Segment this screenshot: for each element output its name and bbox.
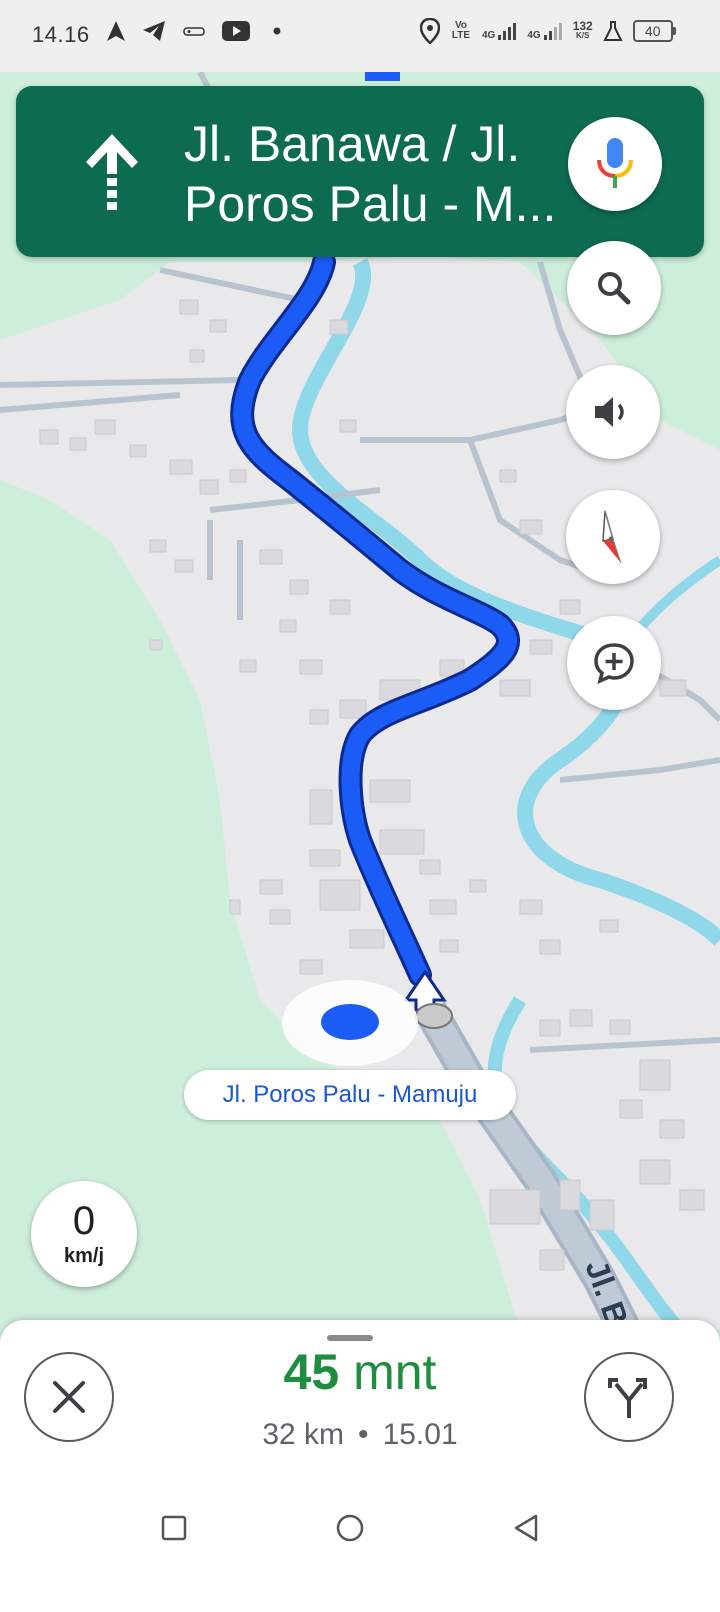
sound-button[interactable] [566, 365, 660, 459]
back-triangle-icon [514, 1514, 538, 1542]
search-button[interactable] [567, 241, 661, 335]
trip-separator: • [358, 1418, 369, 1451]
network-type-1: 4G [482, 30, 496, 41]
status-bar: 14.16 Vo LTE 4G 4G 132 K/S 40 [0, 0, 720, 72]
search-icon [598, 272, 631, 305]
circle-icon [336, 1514, 364, 1542]
lab-flask-icon [603, 21, 623, 41]
arrival-time: 15.01 [382, 1418, 458, 1451]
home-button[interactable] [328, 1506, 372, 1550]
volte-indicator: Vo LTE [451, 20, 471, 41]
network-type-2: 4G [527, 30, 541, 41]
speedometer[interactable]: 0 km/j [31, 1181, 137, 1287]
add-comment-icon [594, 643, 634, 685]
navigation-arrow-icon [107, 21, 125, 41]
current-location-dot [321, 1004, 379, 1040]
speed-unit: km/j [63, 1245, 105, 1267]
signal-strength-2: 4G [527, 21, 562, 41]
square-icon [161, 1515, 187, 1541]
signal-bars-icon [498, 23, 517, 40]
microphone-icon [597, 138, 633, 188]
battery-indicator: 40 [632, 20, 676, 42]
trip-distance: 32 km [262, 1418, 345, 1451]
drag-handle[interactable] [327, 1335, 373, 1341]
system-navigation-bar [0, 1490, 720, 1612]
signal-bars-icon [543, 23, 562, 40]
route-start-point [415, 1003, 453, 1029]
add-report-button[interactable] [567, 616, 661, 710]
youtube-icon [222, 21, 250, 41]
recents-button[interactable] [152, 1506, 196, 1550]
more-notifications-dot-icon [273, 27, 281, 35]
speed-value: 0 [72, 1199, 96, 1243]
eta-minutes: 45 [283, 1344, 340, 1400]
back-button[interactable] [504, 1506, 548, 1550]
alternate-routes-button[interactable] [584, 1352, 674, 1442]
route-fork-icon [608, 1378, 647, 1418]
location-pin-icon [420, 18, 440, 44]
speaker-icon [595, 397, 624, 427]
network-speed: 132 K/S [572, 19, 593, 40]
eta-unit: mnt [353, 1344, 437, 1400]
telegram-icon [143, 21, 165, 41]
next-street-name: Jl. Banawa / Jl. Poros Palu - M... [184, 116, 557, 232]
signal-strength-1: 4G [482, 21, 517, 41]
voice-search-button[interactable] [568, 117, 662, 211]
compass-button[interactable] [566, 490, 660, 584]
status-time: 14.16 [32, 22, 90, 47]
app-notification-icon [183, 27, 205, 36]
compass-icon [602, 510, 622, 564]
current-road-label: Jl. Poros Palu - Mamuju [184, 1070, 516, 1120]
straight-arrow-icon [86, 134, 138, 210]
